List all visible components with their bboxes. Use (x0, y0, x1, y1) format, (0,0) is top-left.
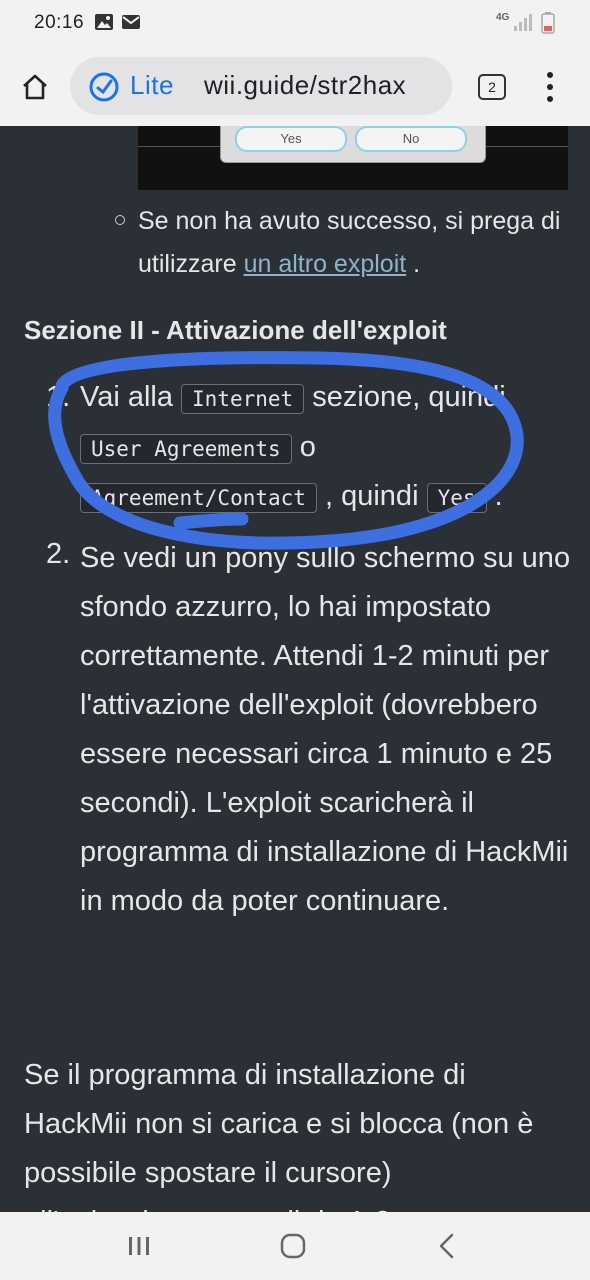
network-type-label: 4G (496, 12, 510, 23)
step-1-text-1: Vai alla (80, 381, 182, 413)
step-2-text: Se vedi un pony sullo schermo su uno sfo… (80, 542, 571, 917)
mail-icon (122, 15, 140, 29)
home-button-icon[interactable] (280, 1233, 306, 1259)
step-1-text-5: . (486, 480, 503, 512)
failure-note-end: . (406, 250, 421, 278)
step-1-line-2: User Agreements o (80, 431, 316, 464)
step-2-number: 2. (46, 538, 71, 570)
wii-yes-button: Yes (235, 126, 347, 152)
internet-code: Internet (181, 384, 305, 414)
yes-code: Yes (426, 483, 487, 513)
lite-mode-label: Lite (130, 70, 174, 100)
system-nav-bar (0, 1212, 590, 1280)
hackmii-paragraph: Se il programma di installazione di Hack… (24, 1059, 534, 1212)
battery-icon (541, 12, 555, 34)
other-exploit-link[interactable]: un altro exploit (244, 250, 407, 278)
address-bar[interactable]: Lite wii.guide/str2hax (70, 57, 452, 115)
back-icon[interactable] (436, 1233, 458, 1259)
signal-icon (514, 14, 532, 31)
step-1-number: 1. (46, 381, 71, 413)
step-1-line-3: Agreement/Contact , quindi Yes . (80, 480, 503, 513)
user-agreements-code: User Agreements (80, 434, 292, 464)
step-1-text-3: o (291, 431, 316, 463)
home-icon[interactable] (20, 72, 50, 102)
page-content: Yes No Se non ha avuto successo, si preg… (0, 126, 590, 1212)
step-1-line-1: Vai alla Internet sezione, quindi (80, 381, 506, 414)
agreement-contact-code: Agreement/Contact (80, 483, 317, 513)
section-title: Sezione II - Attivazione dell'exploit (24, 315, 447, 345)
wii-dialog: Yes No (220, 126, 486, 163)
status-time: 20:16 (34, 12, 85, 33)
step-1-text-4: , quindi (316, 480, 427, 512)
step-1-text-2: sezione, quindi (304, 381, 506, 413)
tab-switcher-button[interactable]: 2 (478, 74, 506, 100)
bullet-marker (115, 215, 125, 225)
browser-toolbar: Lite wii.guide/str2hax 2 (0, 48, 590, 127)
recent-apps-icon[interactable] (127, 1234, 151, 1258)
lite-mode-icon[interactable] (88, 71, 120, 103)
more-menu-icon[interactable] (540, 70, 560, 104)
wii-screenshot-image: Yes No (138, 126, 568, 190)
url-text[interactable]: wii.guide/str2hax (204, 70, 406, 101)
status-bar: 20:16 4G (0, 0, 590, 48)
wii-no-button: No (355, 126, 467, 152)
failure-note: Se non ha avuto successo, si prega di ut… (138, 200, 568, 286)
gallery-icon (95, 14, 113, 30)
